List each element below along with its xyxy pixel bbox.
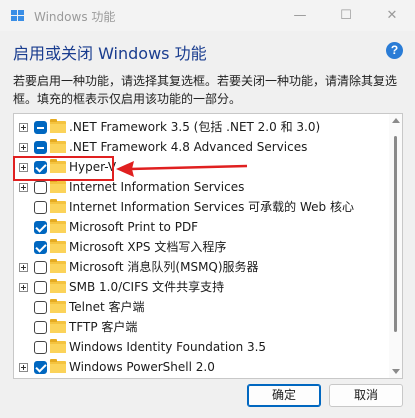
window-title: Windows 功能	[34, 10, 116, 24]
feature-checkbox[interactable]	[34, 361, 47, 374]
feature-checkbox[interactable]	[34, 241, 47, 254]
feature-checkbox[interactable]	[34, 121, 47, 134]
feature-row[interactable]: Microsoft Print to PDF	[14, 217, 389, 237]
folder-icon	[50, 359, 66, 373]
feature-checkbox[interactable]	[34, 281, 47, 294]
feature-row[interactable]: Microsoft XPS 文档写入程序	[14, 237, 389, 257]
feature-row[interactable]: .NET Framework 3.5 (包括 .NET 2.0 和 3.0)	[14, 117, 389, 137]
folder-icon	[50, 219, 66, 233]
minimize-icon: —	[293, 8, 307, 23]
maximize-button[interactable]: ☐	[323, 0, 369, 31]
expand-plus-icon[interactable]	[19, 123, 28, 132]
annotation-arrow-icon	[116, 161, 248, 177]
vertical-scrollbar[interactable]	[389, 114, 402, 378]
scroll-thumb[interactable]	[394, 136, 397, 332]
scroll-up-icon[interactable]	[392, 118, 400, 123]
folder-icon	[50, 239, 66, 253]
feature-label: Windows Identity Foundation 3.5	[69, 340, 267, 354]
ok-button[interactable]: 确定	[247, 384, 321, 407]
feature-label: Microsoft 消息队列(MSMQ)服务器	[69, 260, 259, 274]
scroll-down-icon[interactable]	[392, 369, 400, 374]
feature-checkbox[interactable]	[34, 201, 47, 214]
expand-plus-icon[interactable]	[19, 363, 28, 372]
feature-checkbox[interactable]	[34, 261, 47, 274]
feature-checkbox[interactable]	[34, 321, 47, 334]
instructions-text: 若要启用一种功能，请选择其复选框。若要关闭一种功能，请清除其复选框。填充的框表示…	[13, 74, 398, 106]
help-icon[interactable]: ?	[386, 42, 403, 59]
feature-label: .NET Framework 3.5 (包括 .NET 2.0 和 3.0)	[69, 120, 321, 134]
cancel-button[interactable]: 取消	[329, 384, 403, 407]
folder-icon	[50, 139, 66, 153]
features-tree[interactable]: Windows PowerShell 2.0 Windows Identity F…	[13, 113, 403, 379]
feature-checkbox[interactable]	[34, 141, 47, 154]
feature-label: Windows PowerShell 2.0	[69, 360, 215, 374]
expand-plus-icon[interactable]	[19, 263, 28, 272]
folder-icon	[50, 279, 66, 293]
folder-icon	[50, 179, 66, 193]
feature-label: .NET Framework 4.8 Advanced Services	[69, 140, 308, 154]
feature-label: Telnet 客户端	[69, 300, 145, 314]
feature-label: Internet Information Services 可承载的 Web 核…	[69, 200, 354, 214]
feature-row[interactable]: Windows PowerShell 2.0	[14, 357, 389, 377]
close-button[interactable]: ✕	[369, 0, 415, 31]
feature-label: Microsoft XPS 文档写入程序	[69, 240, 227, 254]
folder-icon	[50, 319, 66, 333]
folder-icon	[50, 339, 66, 353]
expand-plus-icon[interactable]	[19, 143, 28, 152]
feature-label: SMB 1.0/CIFS 文件共享支持	[69, 280, 225, 294]
feature-row[interactable]: .NET Framework 4.8 Advanced Services	[14, 137, 389, 157]
feature-row[interactable]: SMB 1.0/CIFS 文件共享支持	[14, 277, 389, 297]
minimize-button[interactable]: —	[277, 0, 323, 31]
title-bar: Windows 功能 — ☐ ✕	[0, 0, 415, 31]
folder-icon	[50, 299, 66, 313]
page-title: 启用或关闭 Windows 功能	[13, 44, 207, 63]
feature-checkbox[interactable]	[34, 341, 47, 354]
feature-checkbox[interactable]	[34, 181, 47, 194]
expand-plus-icon[interactable]	[19, 183, 28, 192]
feature-row[interactable]: Telnet 客户端	[14, 297, 389, 317]
feature-row[interactable]: Microsoft 消息队列(MSMQ)服务器	[14, 257, 389, 277]
folder-icon	[50, 199, 66, 213]
maximize-icon: ☐	[340, 8, 352, 23]
windows-features-icon	[11, 10, 24, 21]
feature-row[interactable]: Windows Identity Foundation 3.5	[14, 337, 389, 357]
feature-label: TFTP 客户端	[69, 320, 138, 334]
feature-checkbox[interactable]	[34, 221, 47, 234]
feature-checkbox[interactable]	[34, 301, 47, 314]
feature-row[interactable]: TFTP 客户端	[14, 317, 389, 337]
folder-icon	[50, 259, 66, 273]
annotation-highlight-box	[13, 156, 114, 181]
close-icon: ✕	[386, 8, 398, 23]
feature-row[interactable]: Internet Information Services 可承载的 Web 核…	[14, 197, 389, 217]
feature-label: Internet Information Services	[69, 180, 245, 194]
folder-icon	[50, 119, 66, 133]
expand-plus-icon[interactable]	[19, 283, 28, 292]
feature-label: Microsoft Print to PDF	[69, 220, 199, 234]
